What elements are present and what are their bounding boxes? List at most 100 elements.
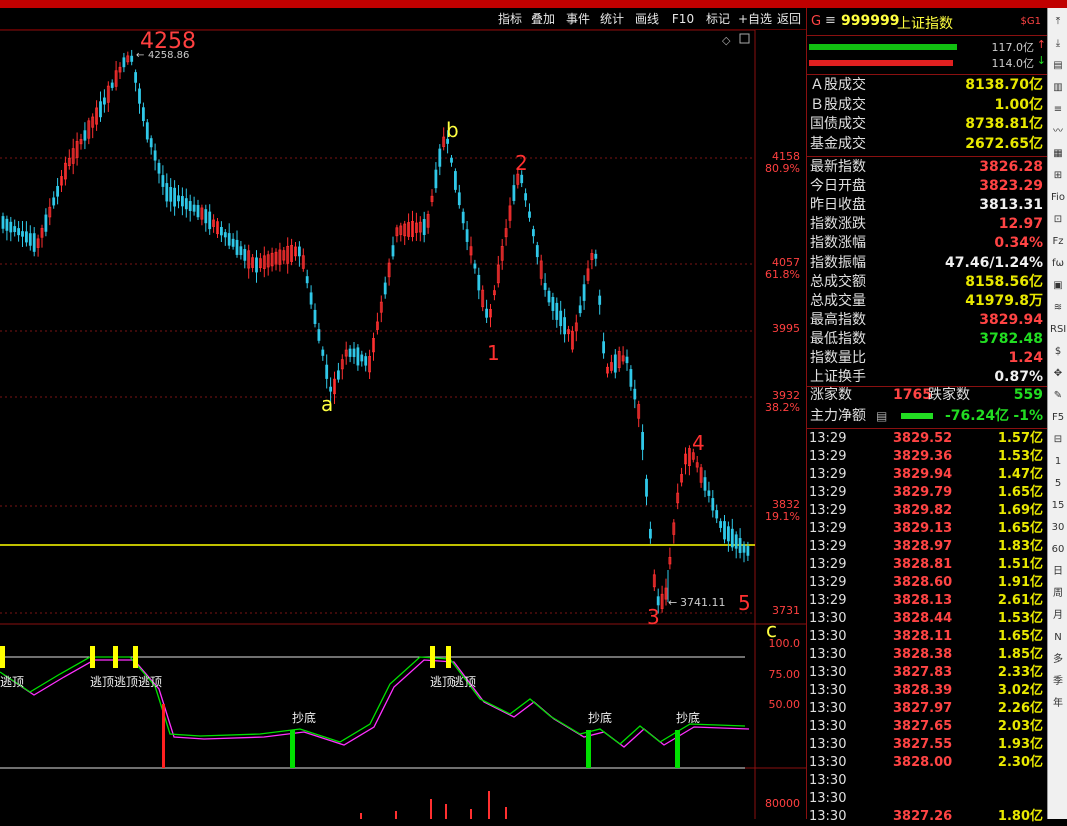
quote-value: 41979.8万 bbox=[965, 292, 1043, 309]
menu-item-4[interactable]: 画线 bbox=[633, 10, 661, 28]
candle-body bbox=[313, 309, 317, 324]
tool-button-18[interactable]: F5 bbox=[1050, 410, 1066, 426]
price-tick-label: 3995 bbox=[772, 322, 800, 335]
tool-button-24[interactable]: 60 bbox=[1050, 542, 1066, 558]
tool-button-31[interactable]: 年 bbox=[1050, 696, 1066, 712]
candle-body bbox=[21, 231, 24, 237]
quote-value: 1.24 bbox=[1008, 350, 1043, 366]
candle-body bbox=[169, 187, 173, 202]
menu-item-0[interactable]: 指标 bbox=[496, 10, 524, 28]
tool-button-25[interactable]: 日 bbox=[1050, 564, 1066, 580]
candle-body bbox=[520, 174, 524, 184]
tool-button-21[interactable]: 5 bbox=[1050, 476, 1066, 492]
kline-chart-svg[interactable]: 415880.9%405761.8%3995393238.2%383219.1%… bbox=[0, 29, 806, 819]
tool-button-1[interactable]: ⤓ bbox=[1050, 36, 1066, 52]
flow-table-icon[interactable]: ▤ bbox=[876, 407, 887, 426]
volume-bar bbox=[505, 807, 507, 819]
tool-button-6[interactable]: ▦ bbox=[1050, 146, 1066, 162]
candle-body bbox=[711, 498, 715, 511]
tool-button-20[interactable]: 1 bbox=[1050, 454, 1066, 470]
candle-body bbox=[633, 388, 637, 400]
tool-button-27[interactable]: 月 bbox=[1050, 608, 1066, 624]
tool-button-12[interactable]: ▣ bbox=[1050, 278, 1066, 294]
tool-button-7[interactable]: ⊞ bbox=[1050, 168, 1066, 184]
candle-body bbox=[383, 282, 387, 295]
maximize-icon bbox=[739, 33, 750, 44]
tick-time: 13:29 bbox=[809, 503, 847, 518]
wave-label-b: b bbox=[446, 118, 459, 142]
menu-item-3[interactable]: 统计 bbox=[598, 10, 626, 28]
stat-value: 2672.65亿 bbox=[965, 135, 1043, 152]
candle-body bbox=[239, 246, 243, 256]
tool-button-2[interactable]: ▤ bbox=[1050, 58, 1066, 74]
tool-button-19[interactable]: ⊟ bbox=[1050, 432, 1066, 448]
candle-body bbox=[559, 310, 563, 327]
candle-body bbox=[356, 347, 360, 366]
tool-button-29[interactable]: 多 bbox=[1050, 652, 1066, 668]
quote-row: 今日开盘 3823.29 bbox=[807, 177, 1047, 196]
kline-chart-area[interactable]: 4158 80.9% 4057 61.8% 3995 3932 38.2% 3832 19.1%… bbox=[0, 29, 806, 819]
candle-body bbox=[231, 238, 235, 247]
tick-volume: 1.91亿 bbox=[997, 575, 1043, 590]
tick-volume: 2.26亿 bbox=[997, 701, 1043, 716]
menu-item-8[interactable]: 返回 bbox=[775, 10, 803, 28]
tool-button-17[interactable]: ✎ bbox=[1050, 388, 1066, 404]
candle-body bbox=[17, 228, 21, 236]
tick-volume: 1.53亿 bbox=[997, 611, 1043, 626]
high-pointer: ← bbox=[136, 50, 144, 61]
tick-row: 13:30 3827.97 2.26亿 bbox=[807, 700, 1047, 718]
menu-item-6[interactable]: 标记 bbox=[704, 10, 732, 28]
tool-button-15[interactable]: $ bbox=[1050, 344, 1066, 360]
menu-icon[interactable]: ≡ bbox=[825, 13, 836, 28]
tool-button-16[interactable]: ✥ bbox=[1050, 366, 1066, 382]
tool-button-30[interactable]: 季 bbox=[1050, 674, 1066, 690]
stat-value: 1.00亿 bbox=[994, 96, 1043, 113]
fib-pct-label: 38.2% bbox=[765, 401, 800, 414]
tool-button-0[interactable]: ⤒ bbox=[1050, 14, 1066, 30]
tick-volume: 3.02亿 bbox=[997, 683, 1043, 698]
menu-item-2[interactable]: 事件 bbox=[564, 10, 592, 28]
tool-button-4[interactable]: ≡ bbox=[1050, 102, 1066, 118]
flow-value: -76.24亿 bbox=[945, 408, 1010, 424]
menu-item-7[interactable]: +自选 bbox=[737, 10, 773, 28]
quote-row: 指数量比 1.24 bbox=[807, 349, 1047, 368]
candle-body bbox=[157, 162, 161, 174]
tick-price: 3828.38 bbox=[893, 647, 953, 662]
tick-row: 13:30 3828.44 1.53亿 bbox=[807, 610, 1047, 628]
tool-button-26[interactable]: 周 bbox=[1050, 586, 1066, 602]
tool-button-5[interactable]: 〰 bbox=[1050, 124, 1066, 140]
tool-button-10[interactable]: Fz bbox=[1050, 234, 1066, 250]
indicator-tick-label: 50.00 bbox=[769, 698, 801, 711]
stat-value: 8738.81亿 bbox=[965, 116, 1043, 132]
candle-body bbox=[532, 229, 535, 237]
tick-time: 13:29 bbox=[809, 449, 847, 464]
tick-volume: 1.80亿 bbox=[997, 809, 1043, 824]
bottom-signal-label: 抄底 bbox=[588, 710, 612, 725]
quote-label: 指数涨幅 bbox=[810, 235, 866, 252]
tool-button-13[interactable]: ≋ bbox=[1050, 300, 1066, 316]
tool-button-23[interactable]: 30 bbox=[1050, 520, 1066, 536]
sell-bar-value: 114.0亿 bbox=[991, 57, 1035, 70]
tool-button-9[interactable]: ⊡ bbox=[1050, 212, 1066, 228]
tick-row: 13:30 3828.38 1.85亿 bbox=[807, 646, 1047, 664]
tick-price: 3827.55 bbox=[893, 737, 953, 752]
tool-button-3[interactable]: ▥ bbox=[1050, 80, 1066, 96]
candle-body bbox=[83, 130, 87, 141]
arrow-down-icon: ↓ bbox=[1036, 54, 1046, 67]
tool-button-8[interactable]: Fio bbox=[1050, 190, 1066, 206]
candle-body bbox=[235, 239, 239, 255]
candle-body bbox=[746, 546, 750, 556]
tick-volume: 1.69亿 bbox=[997, 503, 1043, 518]
tool-button-11[interactable]: fω bbox=[1050, 256, 1066, 272]
menu-item-1[interactable]: 叠加 bbox=[529, 10, 557, 28]
tool-button-14[interactable]: RSI bbox=[1050, 322, 1066, 338]
candle-body bbox=[180, 196, 184, 207]
tick-time: 13:29 bbox=[809, 575, 847, 590]
tick-price: 3827.26 bbox=[893, 809, 953, 824]
bottom-red-signal bbox=[162, 704, 165, 768]
quote-value: 3829.94 bbox=[979, 311, 1043, 328]
tool-button-28[interactable]: N bbox=[1050, 630, 1066, 646]
menu-item-5[interactable]: F10 bbox=[670, 10, 696, 28]
top-signal-bar bbox=[133, 646, 138, 668]
tool-button-22[interactable]: 15 bbox=[1050, 498, 1066, 514]
